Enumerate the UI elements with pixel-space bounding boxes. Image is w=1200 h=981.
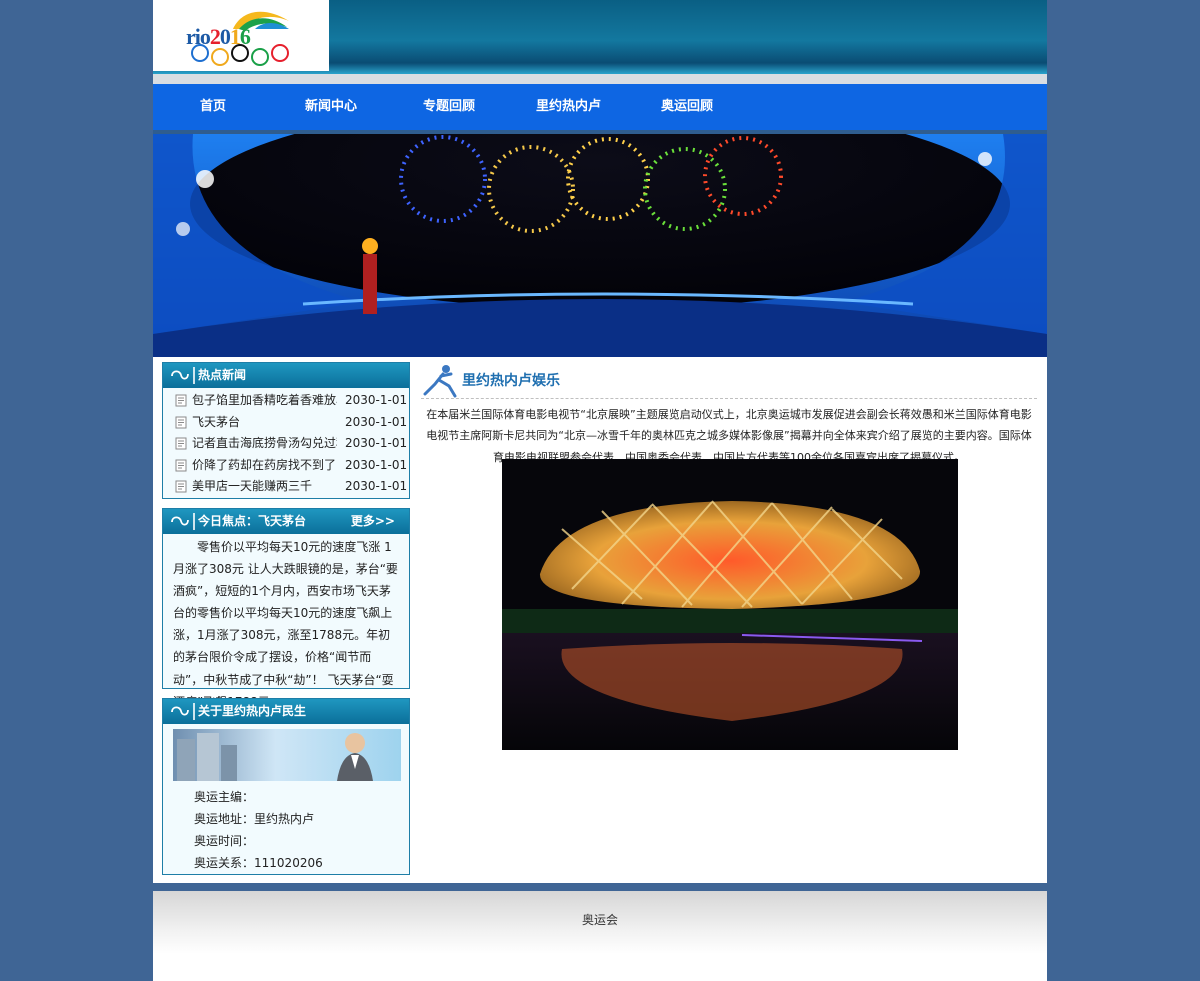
focus-box: 今日焦点：飞天茅台 更多>> 零售价以平均每天10元的速度飞涨 1月涨了308元… [162,508,410,709]
footer-divider [153,883,1047,891]
about-box: 关于里约热内卢民生 奥运主编： 奥运地址：里约热内卢 奥运时间： 奥运关系：11… [162,698,410,875]
header-divider [153,74,1047,84]
hot-news-title: 热点新闻 [198,368,247,382]
about-contact-label: 奥运关系： [194,856,255,870]
focus-title: 今日焦点：飞天茅台 [198,514,307,528]
about-title: 关于里约热内卢民生 [198,704,307,718]
focus-header: 今日焦点：飞天茅台 更多>> [163,509,409,534]
about-contact-value: 111020206 [254,856,323,870]
news-date: 2030-1-01 [345,393,408,407]
swirl-icon [171,370,189,380]
news-title-link[interactable]: 记者直击海底捞骨汤勾兑过程 [192,433,337,455]
about-editor-label: 奥运主编： [194,790,255,804]
olympic-rings-icon [191,44,289,66]
header-separator [193,703,195,720]
news-title-link[interactable]: 飞天茅台 [192,412,337,434]
nav-item-topic-review[interactable]: 专题回顾 [423,84,475,130]
rio-2016-logo-icon[interactable]: rio2016 [153,0,329,71]
list-item: 美甲店一天能赚两三千 2030-1-01 [163,476,409,498]
more-link[interactable]: 更多>> [351,509,395,534]
page-wrapper: rio2016 首页 新闻中心 专题回顾 里约热内卢 奥运回顾 热点新闻 包子馅… [153,0,1047,981]
runner-icon [423,365,457,398]
document-icon [175,416,187,429]
content-divider [421,398,1037,400]
document-icon [175,480,187,493]
document-icon [175,437,187,450]
main-nav: 首页 新闻中心 专题回顾 里约热内卢 奥运回顾 [153,84,1047,130]
swirl-icon [171,516,189,526]
news-date: 2030-1-01 [345,436,408,451]
about-time-label: 奥运时间： [194,834,255,848]
news-title-link[interactable]: 价降了药却在药房找不到了 [192,455,337,477]
list-item: 记者直击海底捞骨汤勾兑过程 2030-1-01 [163,433,409,455]
news-title-link[interactable]: 美甲店一天能赚两三千 [192,476,337,498]
nav-item-news-center[interactable]: 新闻中心 [305,84,357,130]
document-icon [175,394,187,407]
focus-text: 零售价以平均每天10元的速度飞涨 1月涨了308元 让人大跌眼镜的是，茅台“要酒… [173,540,398,709]
news-date: 2030-1-01 [345,457,408,472]
header-separator [193,367,195,384]
news-date: 2030-1-01 [345,479,408,494]
nav-item-home[interactable]: 首页 [200,84,226,130]
nav-item-olympic-review[interactable]: 奥运回顾 [661,84,713,130]
news-title-link[interactable]: 包子馅里加香精吃着香难放心 [192,390,337,412]
hot-news-box: 热点新闻 包子馅里加香精吃着香难放心 2030-1-01 飞天茅台 2030-1… [162,362,410,499]
content-title: 里约热内卢娱乐 [462,373,560,389]
document-icon [175,459,187,472]
birds-nest-stadium-image [502,459,958,750]
about-address-label: 奥运地址： [194,812,255,826]
list-item: 包子馅里加香精吃着香难放心 2030-1-01 [163,390,409,412]
list-item: 飞天茅台 2030-1-01 [163,412,409,434]
header-separator [193,513,195,530]
about-contact: 奥运关系：111020206 [194,852,323,874]
header: rio2016 [153,0,1047,74]
about-header: 关于里约热内卢民生 [163,699,409,724]
swirl-icon [171,706,189,716]
about-address-value: 里约热内卢 [254,812,315,826]
footer-text: 奥运会 [581,913,618,927]
list-item: 价降了药却在药房找不到了 2030-1-01 [163,455,409,477]
about-time: 奥运时间： [194,830,254,852]
footer: 奥运会 [153,891,1047,981]
nav-item-rio[interactable]: 里约热内卢 [536,84,601,130]
businessman-banner-image [173,729,401,781]
olympic-stadium-fireworks-image [153,134,1047,357]
news-date: 2030-1-01 [345,414,408,429]
hot-news-list: 包子馅里加香精吃着香难放心 2030-1-01 飞天茅台 2030-1-01 记… [163,388,409,498]
about-address: 奥运地址：里约热内卢 [194,808,314,830]
hot-news-header: 热点新闻 [163,363,409,388]
about-editor: 奥运主编： [194,786,254,808]
